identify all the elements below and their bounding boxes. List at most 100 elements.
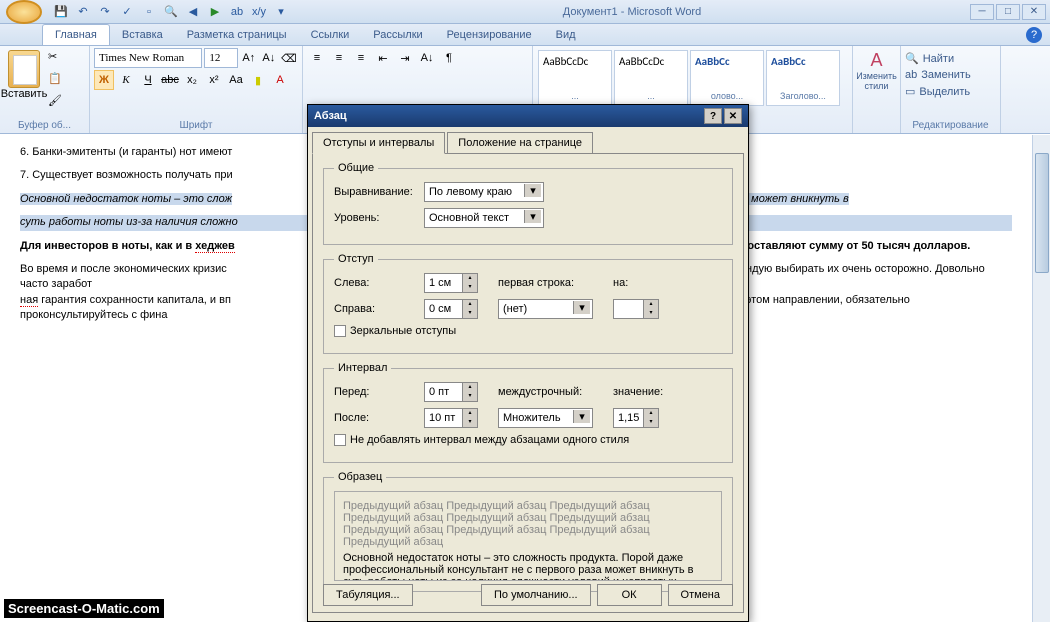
label-firstline: первая строка:	[498, 277, 613, 289]
tab-indents[interactable]: Отступы и интервалы	[312, 132, 445, 154]
bold-button[interactable]: Ж	[94, 70, 114, 90]
dialog-help-button[interactable]: ?	[704, 108, 722, 124]
cancel-button[interactable]: Отмена	[668, 584, 733, 606]
font-name-combo[interactable]: Times New Roman	[94, 48, 202, 68]
bullets-icon[interactable]: ≡	[307, 48, 327, 68]
label-linespacing: междустрочный:	[498, 386, 613, 398]
maximize-button[interactable]: □	[996, 4, 1020, 20]
multilevel-icon[interactable]: ≡	[351, 48, 371, 68]
group-change-styles: A Изменить стили	[853, 46, 901, 133]
more-icon[interactable]: ▾	[272, 3, 290, 21]
replace-icon[interactable]: ab	[228, 3, 246, 21]
subscript-button[interactable]: x₂	[182, 70, 202, 90]
pilcrow-icon[interactable]: ¶	[439, 48, 459, 68]
scroll-thumb[interactable]	[1035, 153, 1049, 273]
fraction-icon[interactable]: x/y	[250, 3, 268, 21]
default-button[interactable]: По умолчанию...	[481, 584, 591, 606]
left-indent-input[interactable]: 1 см	[424, 273, 478, 293]
legend-general: Общие	[334, 162, 378, 174]
dialog-close-button[interactable]: ✕	[724, 108, 742, 124]
office-button[interactable]	[6, 0, 42, 24]
replace-icon: ab	[905, 69, 917, 81]
by-input[interactable]	[613, 299, 659, 319]
dialog-body: Общие Выравнивание: По левому краю Урове…	[312, 153, 744, 613]
save-icon[interactable]: 💾	[52, 3, 70, 21]
numbering-icon[interactable]: ≡	[329, 48, 349, 68]
replace-button[interactable]: abЗаменить	[905, 67, 996, 83]
style-heading2[interactable]: AaBbCc Заголово...	[766, 50, 840, 106]
change-styles-label: Изменить стили	[856, 71, 897, 91]
new-icon[interactable]: ▫	[140, 3, 158, 21]
highlight-icon[interactable]: ▮	[248, 70, 268, 90]
tab-insert[interactable]: Вставка	[110, 25, 175, 45]
underline-button[interactable]: Ч	[138, 70, 158, 90]
font-color-icon[interactable]: A	[270, 70, 290, 90]
case-button[interactable]: Aa	[226, 70, 246, 90]
right-indent-input[interactable]: 0 см	[424, 299, 478, 319]
group-label: Буфер об...	[0, 120, 89, 131]
shrink-font-icon[interactable]: A↓	[260, 48, 278, 68]
tab-layout[interactable]: Разметка страницы	[175, 25, 299, 45]
minimize-button[interactable]: ─	[970, 4, 994, 20]
strike-button[interactable]: abc	[160, 70, 180, 90]
help-icon[interactable]: ?	[1026, 27, 1042, 43]
firstline-dropdown[interactable]: (нет)	[498, 299, 593, 319]
italic-button[interactable]: К	[116, 70, 136, 90]
label-level: Уровень:	[334, 212, 424, 224]
window-controls: ─ □ ✕	[970, 4, 1046, 20]
tab-view[interactable]: Вид	[544, 25, 588, 45]
select-button[interactable]: ▭Выделить	[905, 83, 996, 100]
vertical-scrollbar[interactable]	[1032, 135, 1050, 622]
play-icon[interactable]: ▶	[206, 3, 224, 21]
undo-icon[interactable]: ↶	[74, 3, 92, 21]
tab-refs[interactable]: Ссылки	[299, 25, 362, 45]
tab-home[interactable]: Главная	[42, 24, 110, 45]
legend-spacing: Интервал	[334, 362, 391, 374]
after-input[interactable]: 10 пт	[424, 408, 478, 428]
preview-icon[interactable]: 🔍	[162, 3, 180, 21]
linespacing-dropdown[interactable]: Множитель	[498, 408, 593, 428]
clear-format-icon[interactable]: ⌫	[280, 48, 298, 68]
dialog-title: Абзац	[314, 110, 702, 122]
dialog-titlebar[interactable]: Абзац ? ✕	[308, 105, 748, 127]
style-nospacing[interactable]: AaBbCcDc ...	[614, 50, 688, 106]
before-input[interactable]: 0 пт	[424, 382, 478, 402]
font-size-combo[interactable]: 12	[204, 48, 237, 68]
close-button[interactable]: ✕	[1022, 4, 1046, 20]
group-editing: 🔍Найти abЗаменить ▭Выделить Редактирован…	[901, 46, 1001, 133]
tab-review[interactable]: Рецензирование	[435, 25, 544, 45]
select-icon: ▭	[905, 85, 915, 98]
window-title: Документ1 - Microsoft Word	[294, 6, 970, 18]
spellcheck-icon[interactable]: ✓	[118, 3, 136, 21]
outdent-icon[interactable]: ⇤	[373, 48, 393, 68]
cut-icon[interactable]: ✂	[48, 50, 68, 68]
alignment-dropdown[interactable]: По левому краю	[424, 182, 544, 202]
mirror-checkbox[interactable]: Зеркальные отступы	[334, 325, 722, 337]
paste-icon	[8, 50, 40, 88]
legend-preview: Образец	[334, 471, 386, 483]
style-normal[interactable]: AaBbCcDc ...	[538, 50, 612, 106]
paste-button[interactable]: Вставить	[4, 48, 44, 114]
back-icon[interactable]: ◀	[184, 3, 202, 21]
change-styles-icon[interactable]: A	[870, 50, 882, 71]
copy-icon[interactable]: 📋	[48, 72, 68, 90]
style-heading1[interactable]: AaBbCc олово...	[690, 50, 764, 106]
ok-button[interactable]: ОК	[597, 584, 662, 606]
find-button[interactable]: 🔍Найти	[905, 50, 996, 67]
superscript-button[interactable]: x²	[204, 70, 224, 90]
level-dropdown[interactable]: Основной текст	[424, 208, 544, 228]
legend-indent: Отступ	[334, 253, 378, 265]
format-painter-icon[interactable]: 🖌	[48, 94, 68, 112]
tab-pagination[interactable]: Положение на странице	[447, 132, 593, 154]
at-input[interactable]: 1,15	[613, 408, 659, 428]
ribbon-tabs: Главная Вставка Разметка страницы Ссылки…	[0, 24, 1050, 46]
nosame-checkbox[interactable]: Не добавлять интервал между абзацами одн…	[334, 434, 722, 446]
sort-icon[interactable]: A↓	[417, 48, 437, 68]
tab-mail[interactable]: Рассылки	[361, 25, 434, 45]
checkbox-icon	[334, 325, 346, 337]
redo-icon[interactable]: ↷	[96, 3, 114, 21]
dialog-buttons: Табуляция... По умолчанию... ОК Отмена	[323, 584, 733, 606]
grow-font-icon[interactable]: A↑	[240, 48, 258, 68]
tabs-button[interactable]: Табуляция...	[323, 584, 413, 606]
indent-icon[interactable]: ⇥	[395, 48, 415, 68]
